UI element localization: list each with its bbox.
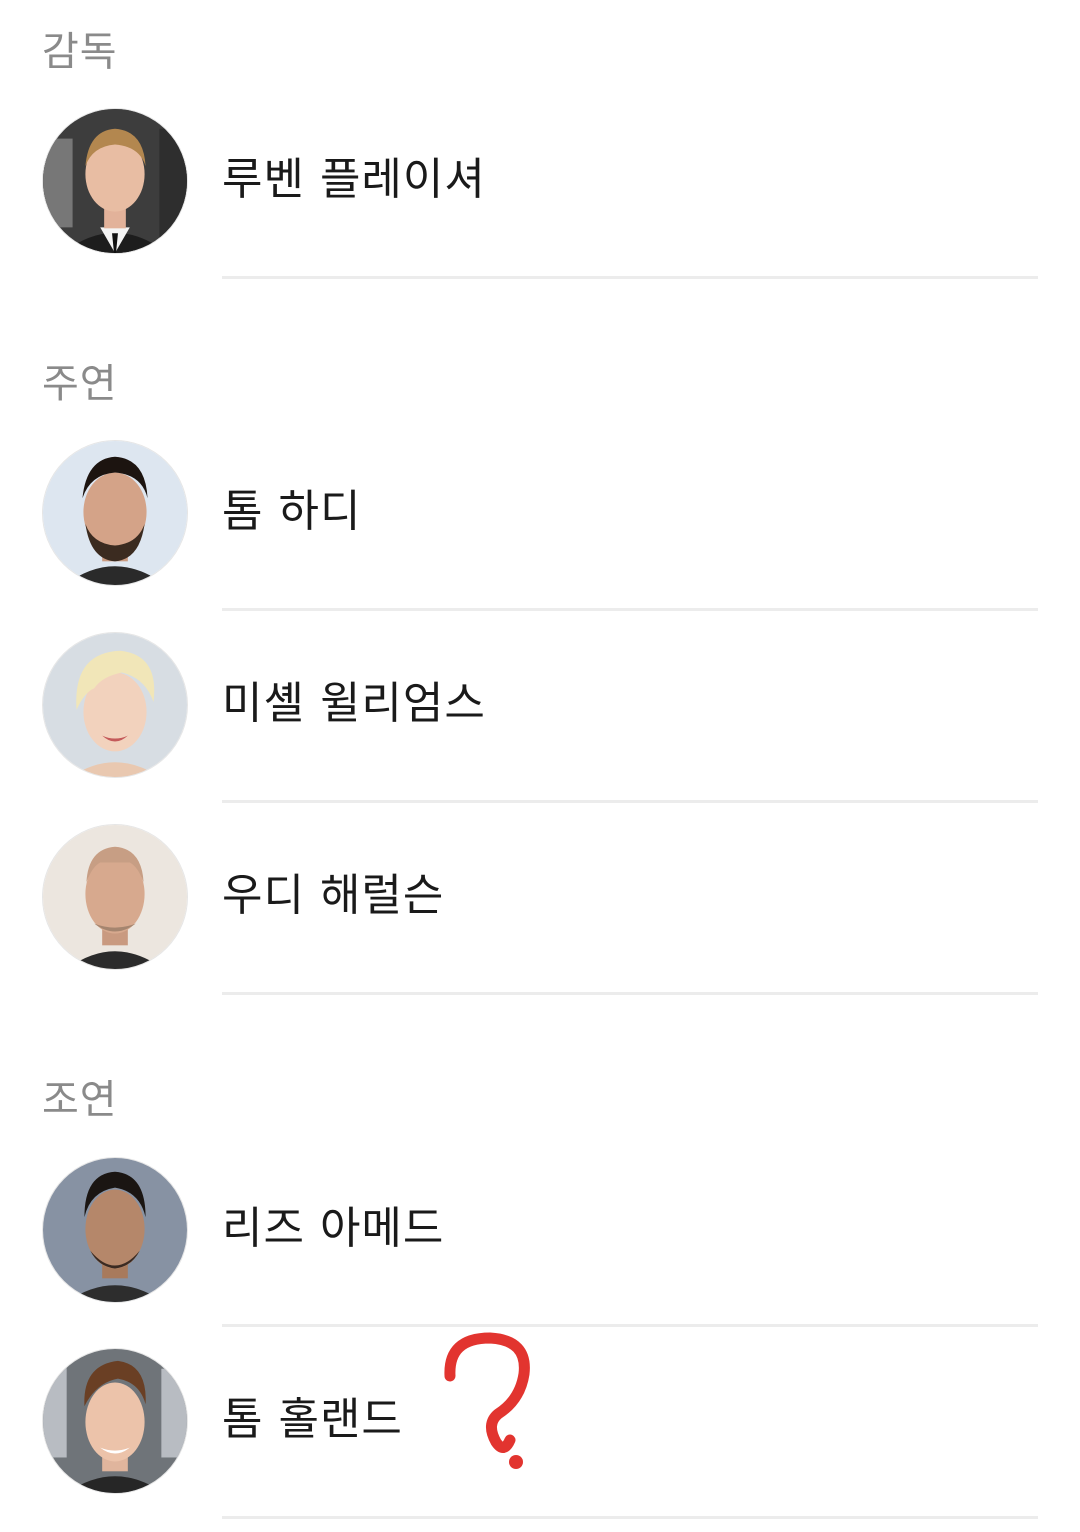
person-row-supporting-0[interactable]: 리즈 아메드 xyxy=(0,1157,1080,1307)
divider xyxy=(222,800,1038,803)
divider xyxy=(222,992,1038,995)
divider xyxy=(222,276,1038,279)
section-label-supporting: 조연 xyxy=(42,1077,118,1123)
person-photo-icon xyxy=(42,632,188,778)
person-row-lead-0[interactable]: 톰 하디 xyxy=(0,440,1080,590)
person-name: 톰 하디 xyxy=(222,486,362,537)
person-name: 미셸 윌리엄스 xyxy=(222,678,486,729)
divider xyxy=(222,608,1038,611)
person-name: 톰 홀랜드 xyxy=(222,1394,403,1445)
person-row-supporting-1[interactable]: 톰 홀랜드 xyxy=(0,1348,1080,1498)
question-mark-icon xyxy=(440,1330,540,1480)
person-row-lead-2[interactable]: 우디 해럴슨 xyxy=(0,824,1080,974)
person-photo-icon xyxy=(42,1348,188,1494)
person-row-lead-1[interactable]: 미셸 윌리엄스 xyxy=(0,632,1080,782)
person-photo-icon xyxy=(42,824,188,970)
divider xyxy=(222,1324,1038,1327)
person-name: 우디 해럴슨 xyxy=(222,870,445,921)
person-name: 루벤 플레이셔 xyxy=(222,154,486,205)
divider xyxy=(222,1516,1038,1519)
person-photo-icon xyxy=(42,440,188,586)
person-row-director-0[interactable]: 루벤 플레이셔 xyxy=(0,108,1080,258)
section-label-director: 감독 xyxy=(42,29,118,75)
person-name: 리즈 아메드 xyxy=(222,1203,445,1254)
person-photo-icon xyxy=(42,108,188,254)
person-photo-icon xyxy=(42,1157,188,1303)
section-label-lead: 주연 xyxy=(42,361,118,407)
